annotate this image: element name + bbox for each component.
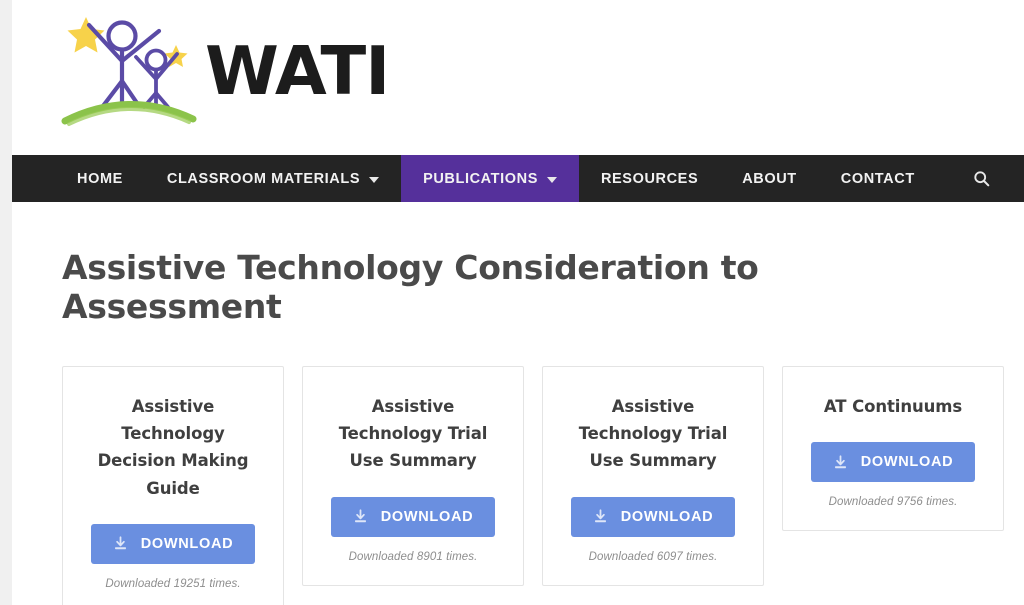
nav-item-label: PUBLICATIONS xyxy=(423,170,538,187)
download-button[interactable]: DOWNLOAD xyxy=(330,496,496,537)
nav-item-label: ABOUT xyxy=(742,170,797,187)
page-canvas: WATI HOME CLASSROOM MATERIALS PUBLICATIO… xyxy=(12,0,1024,605)
download-icon xyxy=(594,509,606,523)
browser-viewport: WATI HOME CLASSROOM MATERIALS PUBLICATIO… xyxy=(0,0,1024,605)
wati-figures-logo-icon xyxy=(61,17,197,126)
download-count: Downloaded 19251 times. xyxy=(105,577,241,590)
site-logo[interactable]: WATI xyxy=(59,8,390,128)
nav-item-label: CLASSROOM MATERIALS xyxy=(166,170,361,187)
site-header: WATI xyxy=(12,0,1024,155)
download-card: AT Continuums DOWNLOAD Downloaded 9756 t… xyxy=(782,366,1004,532)
download-button[interactable]: DOWNLOAD xyxy=(570,496,736,537)
nav-item-label: RESOURCES xyxy=(600,170,699,187)
download-icon xyxy=(354,509,366,523)
download-button[interactable]: DOWNLOAD xyxy=(810,442,976,483)
nav-item-label: HOME xyxy=(77,170,123,187)
chevron-down-icon xyxy=(546,176,557,183)
page-title: Assistive Technology Consideration to As… xyxy=(62,248,759,326)
search-icon xyxy=(974,171,990,187)
nav-item-classroom-materials[interactable]: CLASSROOM MATERIALS xyxy=(145,155,401,202)
download-card-row: Assistive Technology Decision Making Gui… xyxy=(62,366,1004,605)
chevron-down-icon xyxy=(369,176,380,183)
nav-item-label: CONTACT xyxy=(840,170,915,187)
download-count: Downloaded 9756 times. xyxy=(828,496,958,509)
nav-item-publications[interactable]: PUBLICATIONS xyxy=(401,155,579,202)
download-button-label: DOWNLOAD xyxy=(860,454,954,471)
main-navigation: HOME CLASSROOM MATERIALS PUBLICATIONS RE… xyxy=(12,155,1024,202)
download-card: Assistive Technology Trial Use Summary D… xyxy=(542,366,764,586)
download-button-label: DOWNLOAD xyxy=(380,508,474,525)
download-button[interactable]: DOWNLOAD xyxy=(90,523,256,564)
nav-item-resources[interactable]: RESOURCES xyxy=(579,155,720,202)
download-count: Downloaded 8901 times. xyxy=(348,550,478,563)
card-title: AT Continuums xyxy=(823,397,963,416)
download-icon xyxy=(114,536,126,550)
main-content: Assistive Technology Consideration to As… xyxy=(12,248,1024,605)
card-title: Assistive Technology Trial Use Summary xyxy=(578,397,728,471)
download-icon xyxy=(834,455,846,468)
download-card: Assistive Technology Decision Making Gui… xyxy=(62,366,284,605)
search-button[interactable] xyxy=(965,155,998,202)
card-title: Assistive Technology Decision Making Gui… xyxy=(97,397,249,498)
download-button-label: DOWNLOAD xyxy=(140,535,234,552)
nav-item-contact[interactable]: CONTACT xyxy=(819,155,937,202)
download-card: Assistive Technology Trial Use Summary D… xyxy=(302,366,524,586)
logo-wordmark: WATI xyxy=(205,31,390,110)
nav-item-about[interactable]: ABOUT xyxy=(720,155,819,202)
nav-item-home[interactable]: HOME xyxy=(55,155,145,202)
download-button-label: DOWNLOAD xyxy=(620,508,714,525)
download-count: Downloaded 6097 times. xyxy=(588,550,718,563)
card-title: Assistive Technology Trial Use Summary xyxy=(338,397,488,471)
